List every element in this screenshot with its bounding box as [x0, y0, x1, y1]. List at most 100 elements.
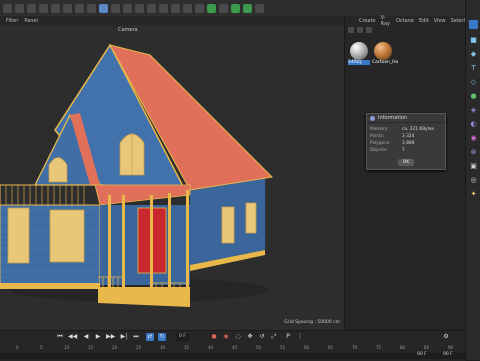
mesh-icon[interactable]: ◆: [469, 50, 478, 59]
grid-spacing-readout: Grid Spacing : 50000 cm: [284, 320, 340, 325]
timeline-panel: ⏮ ◀◀ ◀ ▶ ▶▶ ▶| ⏭ ⇄ ↻ 0 F ● ◉ ◌ ✥ ↺ ⤢ P ⋮…: [0, 330, 465, 361]
go-to-start-icon[interactable]: ⏮: [56, 333, 64, 341]
next-frame-icon[interactable]: ▶▶: [106, 333, 115, 341]
dialog-header: Information: [367, 114, 445, 123]
tag-icon[interactable]: ◐: [469, 120, 478, 129]
timeline-scrubber[interactable]: 90 F 90 F: [0, 352, 465, 359]
ruler-tick: 20: [112, 345, 118, 350]
info-row: Memory: ca. 221 KBytes: [367, 126, 445, 133]
field-icon[interactable]: [207, 3, 216, 13]
key-selection-icon[interactable]: ◌: [234, 333, 242, 341]
prev-frame-icon[interactable]: ◀: [82, 333, 90, 341]
z-axis-icon[interactable]: [99, 3, 108, 13]
brush-icon[interactable]: [63, 3, 72, 13]
param-key-icon[interactable]: P: [284, 333, 292, 341]
ruler-tick: 5: [40, 345, 43, 350]
end-frame-field[interactable]: 90 F: [414, 352, 430, 358]
3d-viewport[interactable]: Camera Grid Spacing: 50000 cm: [0, 25, 344, 330]
ruler-tick: 35: [184, 345, 190, 350]
rotate-key-icon[interactable]: ↺: [258, 333, 266, 341]
material-cartoon[interactable]: Cartoon_Ho: [372, 42, 398, 65]
camera-icon[interactable]: ▣: [469, 162, 478, 171]
info-row: Objects: 7: [367, 147, 445, 154]
scale-icon[interactable]: [27, 3, 36, 13]
edit-render-icon[interactable]: [147, 3, 156, 13]
main-toolbar: [0, 0, 480, 17]
x-axis-icon[interactable]: [75, 3, 84, 13]
cube-icon[interactable]: [159, 3, 168, 13]
deformer-icon[interactable]: ◈: [469, 106, 478, 115]
pla-key-icon[interactable]: ⋮: [296, 333, 304, 341]
material-24ray[interactable]: 24Ray: [348, 42, 370, 65]
ruler-tick: 85: [424, 345, 430, 350]
pen-icon[interactable]: [171, 3, 180, 13]
material-label: 24Ray: [348, 60, 370, 65]
info-value: 3 869: [402, 141, 415, 146]
info-row: Points: 3 324: [367, 133, 445, 140]
menu-panel[interactable]: Panel: [24, 18, 38, 24]
menu-select[interactable]: Select: [451, 18, 466, 24]
list-view-icon[interactable]: [366, 27, 372, 33]
information-dialog: Information Memory: ca. 221 KBytes Points…: [366, 113, 446, 170]
camera-icon[interactable]: [219, 3, 228, 13]
ok-button[interactable]: OK: [398, 159, 414, 166]
prev-key-icon[interactable]: ◀◀: [68, 333, 77, 341]
next-key-icon[interactable]: ▶|: [120, 333, 128, 341]
subdivide-icon[interactable]: [183, 3, 192, 13]
brush-tool-icon[interactable]: [243, 3, 252, 13]
move-icon[interactable]: [15, 3, 24, 13]
menu-view[interactable]: View: [434, 18, 446, 24]
ruler-tick: 50: [256, 345, 262, 350]
sweep-icon[interactable]: ⊗: [469, 148, 478, 157]
ruler-tick: 80: [400, 345, 406, 350]
y-axis-icon[interactable]: [87, 3, 96, 13]
snap-icon[interactable]: [255, 3, 264, 13]
settings-icon[interactable]: ⚙: [442, 333, 450, 341]
move-key-icon[interactable]: ✥: [246, 333, 254, 341]
menu-octane[interactable]: Octane: [396, 18, 414, 24]
render-settings-icon[interactable]: [135, 3, 144, 13]
text-icon[interactable]: T: [469, 64, 478, 73]
bulb-icon[interactable]: ✦: [469, 190, 478, 199]
ruler-tick: 90: [448, 345, 454, 350]
keyframe-mode-icon[interactable]: ⇄: [146, 333, 154, 341]
autokey-icon[interactable]: ◉: [222, 333, 230, 341]
light-icon[interactable]: ◎: [469, 176, 478, 185]
go-to-end-icon[interactable]: ⏭: [132, 333, 140, 341]
menu-create[interactable]: Create: [359, 18, 376, 24]
cluster-icon[interactable]: ●: [469, 92, 478, 101]
timeline-ruler[interactable]: 0 5 10 15 20 25 30 35 40 45 50 55 60 65 …: [0, 345, 465, 352]
light-icon[interactable]: [231, 3, 240, 13]
ruler-tick: 55: [280, 345, 286, 350]
record-icon[interactable]: ●: [210, 333, 218, 341]
house-model: [0, 43, 344, 307]
ruler-tick: 15: [88, 345, 94, 350]
info-icon: [370, 115, 375, 121]
filter-icon[interactable]: [357, 27, 363, 33]
undo-icon[interactable]: [3, 3, 12, 13]
layout-icon[interactable]: [469, 20, 478, 29]
max-frame-field[interactable]: 90 F: [440, 352, 456, 358]
ruler-tick: 75: [376, 345, 382, 350]
render-icon[interactable]: [123, 3, 132, 13]
effector-icon[interactable]: ◉: [469, 134, 478, 143]
menu-edit[interactable]: Edit: [419, 18, 429, 24]
material-manager: Create V-Ray Octane Edit View Select 24R…: [344, 15, 466, 330]
scale-key-icon[interactable]: ⤢: [270, 333, 278, 341]
current-frame-field[interactable]: 0 F: [176, 333, 189, 341]
ruler-tick: 0: [16, 345, 19, 350]
rotate-icon[interactable]: [39, 3, 48, 13]
info-value: 7: [402, 148, 405, 153]
polygon-icon[interactable]: ◇: [469, 78, 478, 87]
add-material-icon[interactable]: [348, 27, 354, 33]
cube-icon[interactable]: ■: [469, 36, 478, 45]
coord-icon[interactable]: [111, 3, 120, 13]
viewport-menubar: Filter Panel: [0, 16, 344, 25]
menu-filter[interactable]: Filter: [6, 18, 18, 24]
bend-icon[interactable]: [195, 3, 204, 13]
menu-vray[interactable]: V-Ray: [381, 15, 391, 27]
ruler-tick: 60: [304, 345, 310, 350]
play-icon[interactable]: ▶: [94, 333, 102, 341]
loop-icon[interactable]: ↻: [158, 333, 166, 341]
mode-icon[interactable]: [51, 3, 60, 13]
